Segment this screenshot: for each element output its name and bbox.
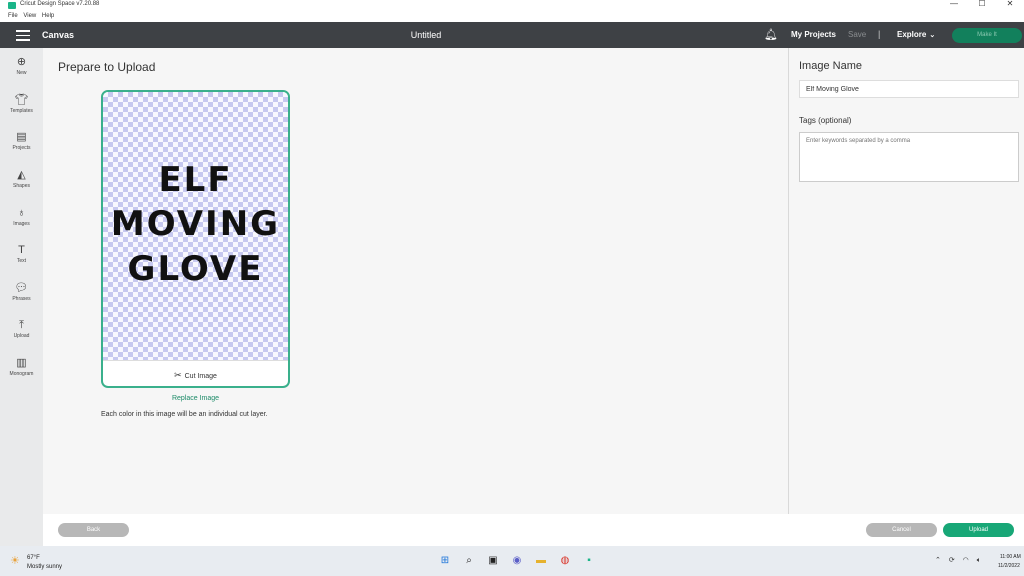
text-icon: T [18, 244, 25, 256]
save-button[interactable]: Save [848, 30, 866, 39]
sidebar-item-label: Monogram [9, 371, 34, 377]
lightbulb-icon: ♁ [17, 207, 26, 219]
sidebar-item-label: Upload [13, 333, 30, 339]
image-details-panel: Image Name Tags (optional) [788, 48, 1024, 514]
window-controls: — ☐ ✕ [940, 0, 1024, 10]
sidebar-item-monogram[interactable]: ▥ Monogram [0, 357, 43, 377]
title-bar: Cricut Design Space v7.20.88 — ☐ ✕ [0, 0, 1024, 12]
menu-view[interactable]: View [23, 13, 36, 19]
task-view-icon[interactable]: ▣ [486, 554, 500, 568]
app-header: Canvas Untitled 🔔︎ My Projects Save | Ex… [0, 22, 1024, 48]
chat-icon[interactable]: ◉ [510, 554, 524, 568]
my-projects-link[interactable]: My Projects [791, 30, 836, 39]
menu-bar: File View Help [0, 12, 1024, 22]
image-name-input[interactable] [799, 80, 1019, 98]
clock-date[interactable]: 11/2/2022 [998, 563, 1020, 569]
scissors-icon: ✂ [174, 370, 182, 380]
search-icon[interactable]: ⌕ [462, 554, 476, 568]
volume-icon[interactable]: 🔈︎ [977, 557, 981, 564]
sidebar-item-label: New [16, 70, 27, 76]
back-button[interactable]: Back [58, 523, 129, 537]
window-title: Cricut Design Space v7.20.88 [20, 1, 100, 7]
footer-bar: Back Cancel Upload [43, 514, 1024, 546]
shirt-icon: 👕︎ [14, 94, 29, 106]
close-button[interactable]: ✕ [996, 0, 1024, 10]
menu-help[interactable]: Help [42, 13, 54, 19]
monogram-icon: ▥ [16, 357, 27, 369]
sidebar-item-new[interactable]: ⊕ New [0, 56, 43, 76]
clock-time[interactable]: 11:00 AM [1000, 554, 1021, 560]
weather-sun-icon[interactable]: ☀ [10, 554, 20, 567]
cut-image-option[interactable]: ✂ Cut Image [103, 360, 288, 386]
image-preview-card: ELF MOVING GLOVE ✂ Cut Image [101, 90, 290, 388]
document-title: Untitled [410, 30, 442, 40]
artwork-line-1: ELF [158, 160, 233, 200]
cricut-logo-icon [8, 2, 16, 9]
sidebar-item-upload[interactable]: ⤒ Upload [0, 319, 43, 339]
cancel-button[interactable]: Cancel [866, 523, 937, 537]
replace-image-link[interactable]: Replace Image [101, 395, 290, 402]
page-title: Prepare to Upload [58, 60, 156, 74]
chevron-up-icon[interactable]: ⌃ [935, 557, 941, 564]
sync-icon[interactable]: ⟳ [949, 557, 955, 564]
maximize-button[interactable]: ☐ [968, 0, 996, 10]
plus-circle-icon: ⊕ [16, 56, 27, 68]
cricut-app-icon[interactable]: ▪ [582, 554, 596, 568]
sidebar-item-label: Phrases [12, 296, 31, 302]
chrome-icon[interactable]: ◍ [558, 554, 572, 568]
weather-description: Mostly sunny [27, 564, 63, 570]
sidebar-item-label: Shapes [13, 183, 30, 189]
taskbar-apps: ⊞ ⌕ ▣ ◉ ▬ ◍ ▪ [438, 554, 606, 568]
clipboard-icon: ▤ [16, 131, 27, 143]
system-tray: ⌃ ⟳ ◠ 🔈︎ [935, 556, 987, 565]
minimize-button[interactable]: — [940, 0, 968, 10]
transparent-background: ELF MOVING GLOVE [103, 92, 288, 360]
tags-label: Tags (optional) [799, 116, 852, 125]
upload-button[interactable]: Upload [943, 523, 1014, 537]
chevron-down-icon: ⌄ [929, 32, 936, 39]
prepare-upload-panel: Prepare to Upload ELF MOVING GLOVE ✂ Cut … [43, 48, 788, 514]
speech-bubble-icon: 💬︎ [14, 282, 29, 294]
left-sidebar: ⊕ New 👕︎ Templates ▤ Projects ◭ Shapes ♁… [0, 48, 43, 546]
artwork-line-2: MOVING [110, 204, 281, 244]
upload-icon: ⤒ [19, 319, 24, 331]
artwork-line-3: GLOVE [127, 249, 264, 289]
bell-icon[interactable]: 🔔︎ [764, 28, 778, 41]
sidebar-item-projects[interactable]: ▤ Projects [0, 131, 43, 151]
sidebar-item-shapes[interactable]: ◭ Shapes [0, 169, 43, 189]
tags-input[interactable] [799, 132, 1019, 182]
file-explorer-icon[interactable]: ▬ [534, 554, 548, 568]
header-separator: | [878, 29, 881, 39]
sidebar-item-images[interactable]: ♁ Images [0, 207, 43, 227]
windows-taskbar: ☀ 67°F Mostly sunny ⊞ ⌕ ▣ ◉ ▬ ◍ ▪ ⌃ ⟳ ◠ … [0, 546, 1024, 576]
shapes-icon: ◭ [17, 169, 26, 181]
sidebar-item-label: Templates [10, 108, 33, 114]
sidebar-item-phrases[interactable]: 💬︎ Phrases [0, 282, 43, 302]
cut-image-label: Cut Image [184, 373, 217, 380]
sidebar-item-text[interactable]: T Text [0, 244, 43, 264]
sidebar-item-templates[interactable]: 👕︎ Templates [0, 94, 43, 114]
explore-menu[interactable]: Explore ⌄ [897, 30, 935, 39]
explore-label: Explore [897, 30, 927, 39]
weather-temperature: 67°F [27, 555, 40, 561]
app-window: Cricut Design Space v7.20.88 — ☐ ✕ File … [0, 0, 1024, 546]
make-it-button[interactable]: Make It [952, 28, 1022, 43]
image-name-label: Image Name [799, 60, 862, 72]
sidebar-item-label: Images [13, 221, 30, 227]
windows-start-icon[interactable]: ⊞ [438, 554, 452, 568]
sidebar-item-label: Text [16, 258, 27, 264]
menu-file[interactable]: File [8, 13, 18, 19]
cut-layer-hint: Each color in this image will be an indi… [101, 411, 268, 418]
sidebar-item-label: Projects [12, 145, 31, 151]
wifi-icon[interactable]: ◠ [963, 557, 969, 564]
